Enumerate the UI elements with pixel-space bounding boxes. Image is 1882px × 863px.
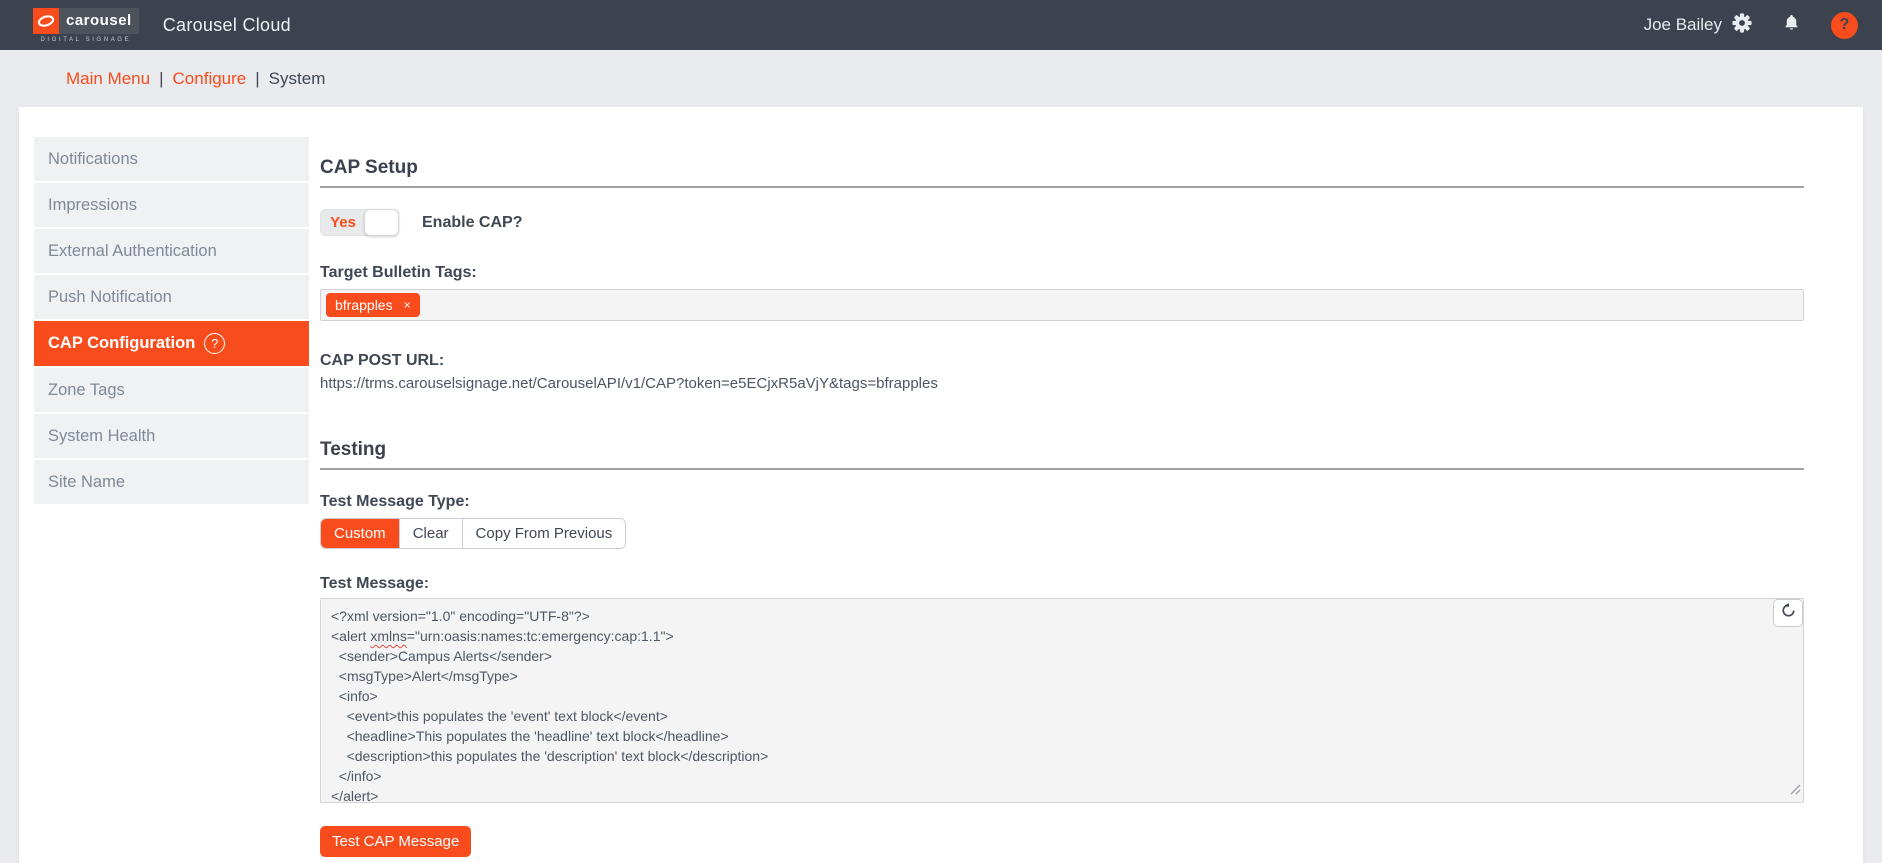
reset-message-button[interactable] [1773,599,1803,627]
test-type-clear-button[interactable]: Clear [399,519,463,548]
notifications-button[interactable] [1782,13,1801,37]
help-button[interactable]: ? [1831,11,1858,39]
top-header-bar: carousel DIGITAL SIGNAGE Carousel Cloud … [0,0,1882,50]
sidebar-item-push-notification[interactable]: Push Notification [34,275,309,319]
sidebar-item-label: System Health [48,426,156,445]
settings-sidebar: Notifications Impressions External Authe… [34,137,309,506]
remove-tag-icon[interactable]: × [404,298,411,312]
test-message-text: <?xml version="1.0" encoding="UTF-8"?> <… [331,608,769,803]
toggle-knob[interactable] [364,209,399,236]
breadcrumb: Main Menu | Configure | System [66,69,325,89]
breadcrumb-separator: | [255,68,260,88]
sidebar-item-label: Site Name [48,472,126,491]
page: carousel DIGITAL SIGNAGE Carousel Cloud … [0,0,1882,863]
cap-configuration-panel: CAP Setup Yes Enable CAP? Target Bulleti… [309,107,1863,857]
sidebar-item-site-name[interactable]: Site Name [34,460,309,504]
carousel-swirl-icon [33,7,59,34]
breadcrumb-main-menu[interactable]: Main Menu [66,69,150,89]
breadcrumb-current: System [268,68,326,88]
test-type-custom-button[interactable]: Custom [321,519,400,548]
carousel-logo[interactable]: carousel DIGITAL SIGNAGE [33,7,139,43]
enable-cap-label: Enable CAP? [422,214,523,231]
logo-tagline: DIGITAL SIGNAGE [40,36,132,43]
breadcrumb-separator: | [159,68,164,88]
tag-chip: bfrapples × [326,293,420,317]
cap-post-url-value: https://trms.carouselsignage.net/Carouse… [320,375,938,392]
gear-icon [1732,12,1752,38]
bell-icon [1782,13,1801,37]
test-type-copy-from-previous-button[interactable]: Copy From Previous [462,519,626,548]
sidebar-item-cap-configuration[interactable]: CAP Configuration ? [34,321,309,366]
undo-icon [1781,603,1796,623]
sidebar-item-label: Notifications [48,149,138,168]
app-title: Carousel Cloud [162,14,291,35]
sidebar-item-zone-tags[interactable]: Zone Tags [34,368,309,412]
enable-cap-row: Yes Enable CAP? [320,209,1804,236]
cap-post-url-label: CAP POST URL: [320,352,445,369]
test-message-label: Test Message: [320,575,430,592]
test-message-type-label: Test Message Type: [320,493,470,510]
settings-button[interactable] [1732,12,1752,38]
cap-setup-title: CAP Setup [320,157,1804,188]
sidebar-item-notifications[interactable]: Notifications [34,137,309,181]
sidebar-item-external-authentication[interactable]: External Authentication [34,229,309,273]
sidebar-item-system-health[interactable]: System Health [34,414,309,458]
settings-card: Notifications Impressions External Authe… [19,107,1863,863]
sidebar-item-label: CAP Configuration [48,334,196,352]
tag-chip-label: bfrapples [335,297,393,313]
user-name[interactable]: Joe Bailey [1644,15,1722,35]
target-bulletin-tags-input[interactable]: bfrapples × [320,289,1804,321]
breadcrumb-configure[interactable]: Configure [173,69,247,89]
sidebar-item-label: Zone Tags [48,380,125,399]
sidebar-item-label: Push Notification [48,287,172,306]
help-circle-icon[interactable]: ? [204,333,226,354]
enable-cap-toggle[interactable]: Yes [320,209,399,236]
test-message-input[interactable]: <?xml version="1.0" encoding="UTF-8"?> <… [320,598,1804,803]
breadcrumb-bar: Main Menu | Configure | System [0,50,1882,107]
resize-handle-icon[interactable] [1790,782,1801,800]
test-cap-message-button[interactable]: Test CAP Message [320,826,472,857]
sidebar-item-impressions[interactable]: Impressions [34,183,309,227]
target-bulletin-tags-label: Target Bulletin Tags: [320,264,477,281]
test-message-wrap: <?xml version="1.0" encoding="UTF-8"?> <… [320,598,1804,803]
sidebar-item-label: Impressions [48,195,137,214]
testing-title: Testing [320,439,1804,470]
sidebar-item-label: External Authentication [48,241,217,260]
toggle-value: Yes [330,214,356,231]
logo-wordmark: carousel [59,7,139,34]
test-message-type-group: Custom Clear Copy From Previous [320,518,627,549]
